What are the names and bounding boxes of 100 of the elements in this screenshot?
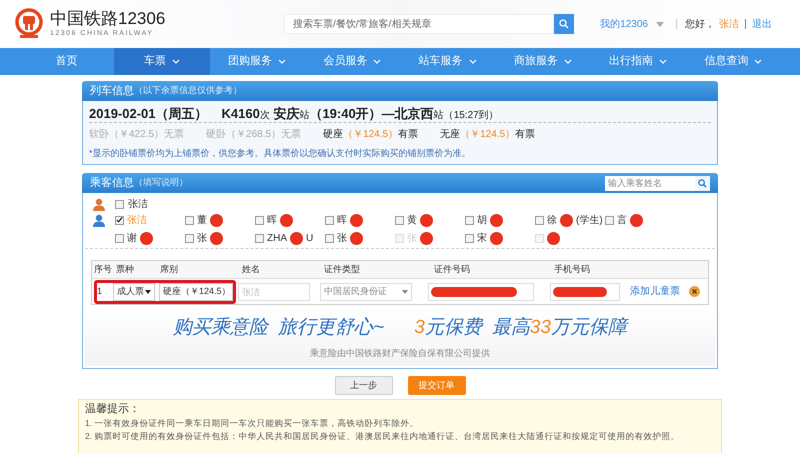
checkbox[interactable]: [115, 200, 124, 208]
checkbox[interactable]: [185, 216, 194, 224]
seat-type: 硬卧: [206, 128, 226, 142]
insurance-fee: 3元保费: [414, 316, 482, 340]
checkbox[interactable]: [255, 216, 264, 224]
search-button[interactable]: [695, 176, 710, 190]
passenger-name: 宋: [477, 232, 487, 246]
caret-icon: [145, 290, 151, 294]
checkbox[interactable]: [185, 234, 194, 242]
passenger-name: 张: [197, 232, 207, 246]
ticket-type-select[interactable]: 成人票: [113, 282, 155, 300]
nav-tab[interactable]: 首页: [19, 48, 114, 75]
passenger-name: 谢: [127, 232, 137, 246]
search-icon: [559, 19, 569, 29]
panel-subtitle[interactable]: （填写说明）: [134, 176, 188, 190]
checkbox[interactable]: [395, 216, 404, 224]
tip-text: 1. 一张有效身份证件同一乘车日期同一车次只能购买一张车票，高铁动卧列车除外。: [85, 417, 420, 430]
nav-tab[interactable]: 团购服务: [210, 48, 305, 75]
seat-availability: 有票: [398, 128, 418, 142]
tip-text: 2. 购票时可使用的有效身份证件包括：中华人民共和国居民身份证、港澳居民来往内地通行证、台湾居民来往大陆通行证和按规定可使用的有效护照。: [85, 430, 680, 443]
person-icon: [93, 198, 105, 210]
seat-price: （￥422.5）: [109, 128, 164, 142]
checkbox[interactable]: [535, 216, 544, 224]
passenger-name: 张洁: [127, 214, 147, 228]
checkbox[interactable]: [115, 216, 124, 224]
seat-type: 无座: [440, 128, 460, 142]
panel-title: 列车信息: [90, 84, 134, 99]
passenger-name: 言: [617, 214, 627, 228]
column-header: 席别: [160, 262, 179, 276]
seat-availability: 有票: [515, 128, 536, 142]
name-field[interactable]: 张洁: [238, 282, 310, 300]
passenger-name: 张洁: [128, 198, 148, 212]
tips-title: 温馨提示：: [85, 402, 141, 417]
id-type-select[interactable]: 中国居民身份证: [320, 282, 412, 300]
greeting-text: 您好，: [685, 18, 715, 32]
train-route-text: K4160次 安庆站（19:40开）—北京西站（15:27到）: [222, 105, 499, 123]
column-header: 证件号码: [434, 262, 471, 276]
seat-price: （￥124.5）: [460, 128, 516, 142]
account-link[interactable]: 我的12306: [600, 16, 648, 32]
panel-title: 乘客信息: [90, 176, 134, 191]
passenger-name: 晖: [337, 214, 347, 228]
passenger-name: 张: [337, 232, 347, 246]
submit-order-button[interactable]: 提交订单: [408, 376, 466, 395]
checkbox[interactable]: [465, 216, 474, 224]
column-header: 序号: [94, 262, 113, 276]
seat-availability: 无票: [281, 128, 302, 142]
railway-logo-icon: [14, 8, 44, 40]
person-icon: [93, 214, 105, 227]
id-number-field[interactable]: [428, 282, 534, 300]
row-number: 1: [97, 284, 104, 298]
back-button[interactable]: 上一步: [334, 376, 392, 395]
seat-price: （￥124.5）: [343, 128, 398, 142]
price-note: *显示的卧铺票价均为上铺票价，供您参考。具体票价以您确认支付时实际购买的铺别票价为准。: [89, 147, 472, 160]
column-header: 手机号码: [554, 262, 591, 276]
user-name-link[interactable]: 张洁: [719, 16, 739, 32]
passenger-name: 黄: [407, 214, 417, 228]
caret-icon[interactable]: [656, 22, 664, 26]
nav-tab[interactable]: 会员服务: [304, 48, 400, 75]
nav-tab[interactable]: 商旅服务: [495, 48, 590, 75]
seat-type: 硬座: [323, 128, 344, 142]
nav-tab[interactable]: 车票: [114, 48, 210, 75]
passenger-search-field[interactable]: 输入乘客姓名: [605, 176, 695, 190]
passenger-name: 董: [197, 214, 207, 228]
logo-title: 中国铁路12306: [50, 8, 166, 29]
search-icon: [698, 178, 707, 188]
insurance-slogan: 购买乘意险: [173, 316, 268, 340]
checkbox[interactable]: [325, 216, 334, 224]
checkbox[interactable]: [115, 234, 124, 242]
passenger-note: U: [306, 232, 314, 246]
nav-tab[interactable]: 信息查询: [686, 48, 781, 75]
column-header: 证件类型: [324, 262, 361, 276]
search-button[interactable]: [554, 14, 574, 34]
logout-link[interactable]: 退出: [752, 16, 772, 32]
passenger-name: 晖: [267, 214, 277, 228]
column-header: 姓名: [242, 262, 261, 276]
panel-subtitle[interactable]: （以下余票信息仅供参考）: [134, 84, 242, 98]
insurance-provider: 乘意险由中国铁路财产保险自保有限公司提供: [310, 346, 490, 360]
insurance-coverage: 最高33万元保障: [492, 316, 627, 340]
checkbox[interactable]: [325, 234, 334, 242]
caret-icon: [402, 290, 408, 294]
travel-date: 2019-02-01（周五）: [89, 105, 208, 123]
seat-price: （￥268.5）: [226, 128, 282, 142]
passenger-note: (学生): [576, 214, 603, 228]
phone-field[interactable]: [550, 282, 620, 300]
passenger-name: 胡: [477, 214, 487, 228]
insurance-slogan: 旅行更舒心~: [278, 316, 384, 340]
checkbox[interactable]: [465, 234, 474, 242]
seat-type: 软卧: [89, 128, 109, 142]
seat-availability: 无票: [164, 128, 184, 142]
checkbox[interactable]: [255, 234, 264, 242]
column-header: 票种: [116, 262, 135, 276]
seat-select[interactable]: 硬座（￥124.5）: [159, 282, 233, 300]
checkbox[interactable]: [605, 216, 614, 224]
passenger-name: 徐: [547, 214, 557, 228]
nav-tab[interactable]: 出行指南: [590, 48, 686, 75]
add-child-ticket-link[interactable]: 添加儿童票: [630, 284, 680, 299]
nav-tab[interactable]: 站车服务: [400, 48, 496, 75]
delete-icon[interactable]: [689, 286, 700, 297]
search-field[interactable]: 搜索车票/餐饮/常旅客/相关规章: [284, 14, 554, 34]
passenger-name: ZHA: [267, 232, 287, 246]
